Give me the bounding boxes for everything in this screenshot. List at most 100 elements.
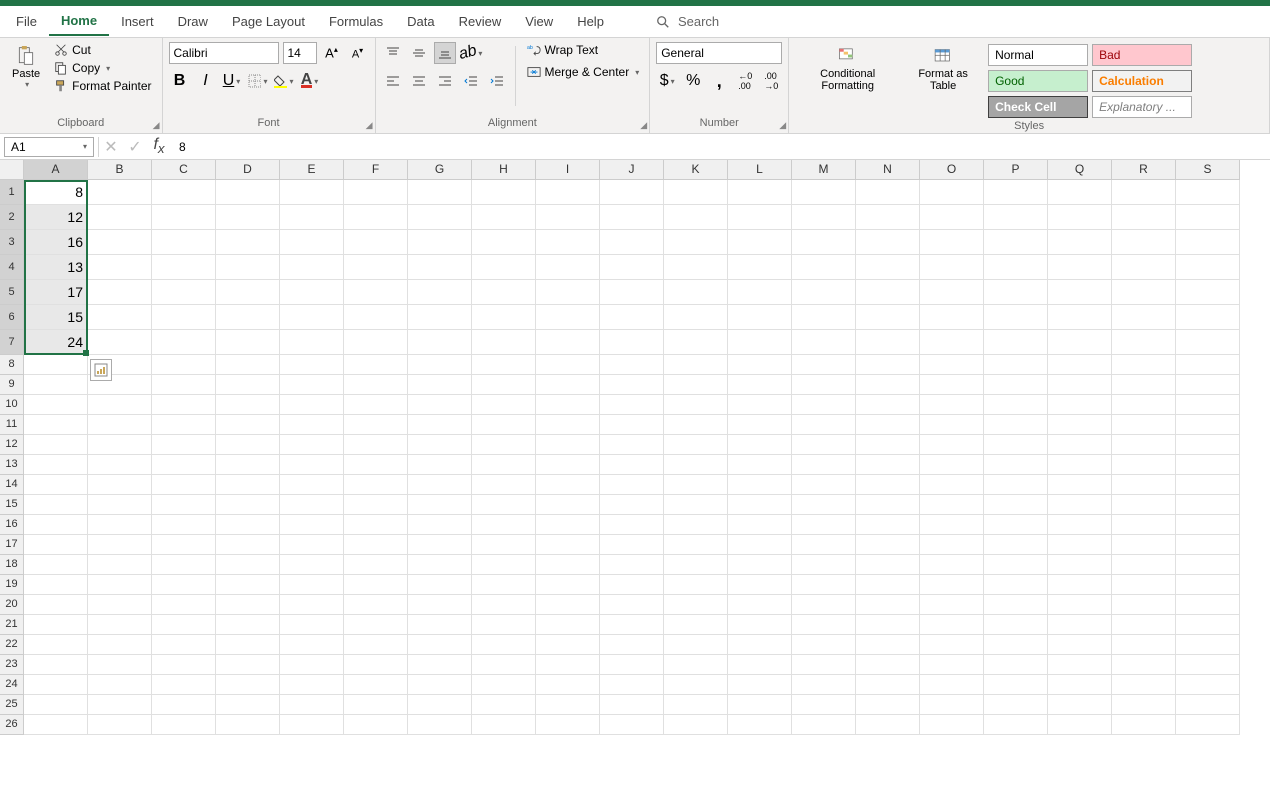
- paste-button[interactable]: Paste ▾: [6, 42, 46, 91]
- cell[interactable]: [664, 535, 728, 555]
- tab-formulas[interactable]: Formulas: [317, 8, 395, 35]
- conditional-formatting-button[interactable]: Conditional Formatting: [795, 42, 900, 94]
- orientation-button[interactable]: ab▾: [460, 42, 482, 64]
- cell[interactable]: [472, 495, 536, 515]
- cell[interactable]: [792, 375, 856, 395]
- cell[interactable]: [1176, 715, 1240, 735]
- cell[interactable]: [856, 635, 920, 655]
- row-header[interactable]: 17: [0, 535, 24, 555]
- cell[interactable]: [792, 230, 856, 255]
- cell[interactable]: [472, 435, 536, 455]
- cell[interactable]: [24, 635, 88, 655]
- cell[interactable]: [728, 435, 792, 455]
- cell[interactable]: [536, 355, 600, 375]
- cell[interactable]: [536, 675, 600, 695]
- cell[interactable]: [856, 555, 920, 575]
- tab-help[interactable]: Help: [565, 8, 616, 35]
- cell[interactable]: [280, 255, 344, 280]
- cell[interactable]: [88, 635, 152, 655]
- cell[interactable]: [1176, 475, 1240, 495]
- cell[interactable]: [216, 615, 280, 635]
- font-launcher[interactable]: ◢: [366, 120, 373, 131]
- cell[interactable]: [344, 655, 408, 675]
- cell[interactable]: [152, 355, 216, 375]
- fill-color-button[interactable]: ▾: [273, 70, 295, 92]
- cell[interactable]: [88, 595, 152, 615]
- cell[interactable]: [728, 255, 792, 280]
- cell[interactable]: [600, 305, 664, 330]
- cell[interactable]: [664, 615, 728, 635]
- cell[interactable]: [792, 280, 856, 305]
- cell[interactable]: [856, 695, 920, 715]
- row-header[interactable]: 12: [0, 435, 24, 455]
- row-header[interactable]: 10: [0, 395, 24, 415]
- cell[interactable]: [728, 535, 792, 555]
- cell[interactable]: [1048, 415, 1112, 435]
- cell[interactable]: [152, 435, 216, 455]
- cell[interactable]: [728, 230, 792, 255]
- name-box[interactable]: A1 ▾: [4, 137, 94, 157]
- cell[interactable]: [408, 515, 472, 535]
- cell[interactable]: [792, 455, 856, 475]
- wrap-text-button[interactable]: ab Wrap Text: [523, 42, 644, 58]
- cell[interactable]: [152, 475, 216, 495]
- cell[interactable]: [472, 515, 536, 535]
- row-header[interactable]: 16: [0, 515, 24, 535]
- cell[interactable]: [24, 455, 88, 475]
- cell[interactable]: [408, 330, 472, 355]
- cell[interactable]: [152, 655, 216, 675]
- insert-function-button[interactable]: fx: [147, 136, 171, 158]
- cell[interactable]: [344, 675, 408, 695]
- cell[interactable]: [24, 575, 88, 595]
- cell[interactable]: [792, 435, 856, 455]
- cell[interactable]: [1048, 495, 1112, 515]
- cell[interactable]: [856, 355, 920, 375]
- font-color-button[interactable]: A▾: [299, 70, 321, 92]
- cell[interactable]: [920, 575, 984, 595]
- cell[interactable]: [600, 475, 664, 495]
- cell[interactable]: [344, 230, 408, 255]
- cell[interactable]: [216, 180, 280, 205]
- cell[interactable]: [1176, 255, 1240, 280]
- cell[interactable]: [600, 655, 664, 675]
- cell[interactable]: [280, 715, 344, 735]
- cell[interactable]: [600, 330, 664, 355]
- cell[interactable]: [984, 180, 1048, 205]
- cell[interactable]: [728, 330, 792, 355]
- cell[interactable]: [536, 715, 600, 735]
- cell[interactable]: [1112, 695, 1176, 715]
- cell[interactable]: [856, 415, 920, 435]
- cell[interactable]: [792, 415, 856, 435]
- cell[interactable]: [728, 395, 792, 415]
- cell[interactable]: [24, 555, 88, 575]
- style-check-cell[interactable]: Check Cell: [988, 96, 1088, 118]
- cell[interactable]: [88, 435, 152, 455]
- cell[interactable]: [408, 635, 472, 655]
- cell[interactable]: [792, 615, 856, 635]
- cell[interactable]: [344, 280, 408, 305]
- cell[interactable]: [792, 305, 856, 330]
- increase-decimal-button[interactable]: ←0.00: [734, 70, 756, 92]
- cell[interactable]: [984, 715, 1048, 735]
- increase-indent-button[interactable]: [486, 70, 508, 92]
- cell[interactable]: [280, 555, 344, 575]
- cell[interactable]: [344, 205, 408, 230]
- cell[interactable]: [728, 475, 792, 495]
- cell[interactable]: [920, 515, 984, 535]
- cell[interactable]: [216, 230, 280, 255]
- cell[interactable]: [216, 395, 280, 415]
- cell[interactable]: [280, 330, 344, 355]
- cell[interactable]: [1112, 375, 1176, 395]
- cell[interactable]: [600, 555, 664, 575]
- decrease-font-button[interactable]: A▾: [347, 42, 369, 64]
- cell[interactable]: [920, 180, 984, 205]
- cell[interactable]: [920, 355, 984, 375]
- cell[interactable]: [664, 230, 728, 255]
- cell[interactable]: [280, 675, 344, 695]
- cell[interactable]: [792, 355, 856, 375]
- cell[interactable]: [792, 330, 856, 355]
- cell[interactable]: [1176, 305, 1240, 330]
- cell[interactable]: [1112, 305, 1176, 330]
- cell[interactable]: [600, 255, 664, 280]
- cell[interactable]: [920, 635, 984, 655]
